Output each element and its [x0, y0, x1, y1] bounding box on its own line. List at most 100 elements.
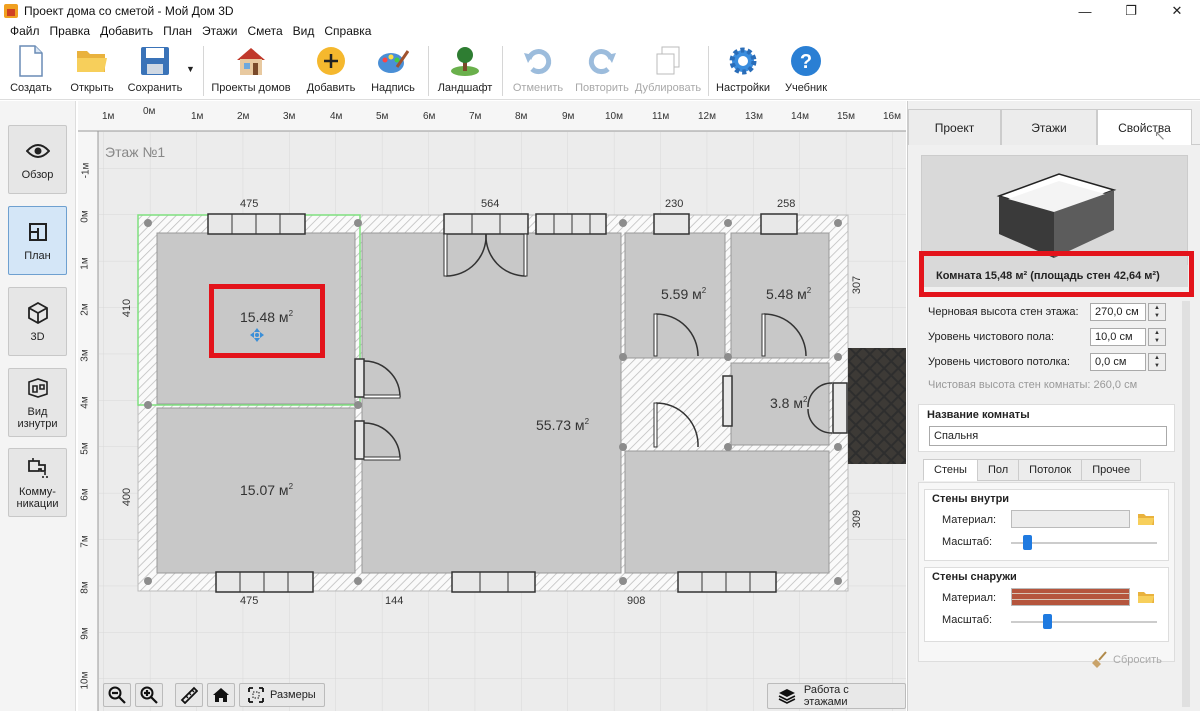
- plus-circle-icon: [314, 44, 348, 78]
- plan-button[interactable]: План: [8, 206, 67, 275]
- ruler-tick: 11м: [652, 111, 670, 122]
- folder-icon[interactable]: [1137, 590, 1155, 604]
- view-3d-button[interactable]: 3D: [8, 287, 67, 356]
- ruler-icon: [180, 686, 198, 704]
- menu-help[interactable]: Справка: [319, 24, 376, 38]
- tab-floor[interactable]: Пол: [976, 459, 1020, 481]
- ruler-tick: 8м: [515, 111, 528, 122]
- rough-height-spinner[interactable]: ▲ ▼: [1148, 303, 1166, 321]
- ruler-tick: 14м: [791, 111, 809, 122]
- duplicate-button[interactable]: Дублировать: [634, 44, 702, 98]
- ruler-tick: 1м: [191, 111, 204, 122]
- dimension-label: 307: [851, 275, 864, 295]
- ceiling-level-spinner[interactable]: ▲ ▼: [1148, 353, 1166, 371]
- ruler-tick: 10м: [605, 111, 623, 122]
- house-icon: [234, 44, 268, 78]
- room-area-label[interactable]: 3.8 м2: [770, 395, 807, 411]
- inside-scale-slider[interactable]: [1011, 542, 1157, 544]
- room-area-label[interactable]: 15.07 м2: [240, 482, 293, 498]
- ruler-tick: 13м: [745, 111, 763, 122]
- floors-work-button[interactable]: Работа с этажами: [767, 683, 906, 709]
- home-view-button[interactable]: [207, 683, 235, 707]
- redo-button[interactable]: Повторить: [572, 44, 632, 98]
- menu-floors[interactable]: Этажи: [197, 24, 242, 38]
- add-button[interactable]: Добавить: [305, 44, 357, 98]
- menu-plan[interactable]: План: [158, 24, 197, 38]
- room-name-input[interactable]: Спальня: [929, 426, 1167, 446]
- utilities-button[interactable]: Комму-никации: [8, 448, 67, 517]
- maximize-button[interactable]: ❐: [1108, 0, 1154, 22]
- overview-button[interactable]: Обзор: [8, 125, 67, 194]
- walls-inside-group: Стены внутри Материал: Масштаб:: [924, 489, 1169, 561]
- ruler-tick: 2м: [237, 111, 250, 122]
- outside-scale-slider-thumb[interactable]: [1043, 614, 1052, 629]
- menu-bar: Файл Правка Добавить План Этажи Смета Ви…: [0, 22, 1200, 40]
- inside-material-swatch[interactable]: [1011, 510, 1130, 528]
- panel-scrollbar[interactable]: [1182, 301, 1190, 707]
- menu-edit[interactable]: Правка: [45, 24, 96, 38]
- floor-label: Этаж №1: [105, 144, 166, 160]
- ceiling-level-input[interactable]: 0,0 см: [1090, 353, 1146, 371]
- tab-other[interactable]: Прочее: [1081, 459, 1142, 481]
- floor-level-row: Уровень чистового пола: 10,0 см ▲ ▼: [928, 328, 1166, 346]
- outside-scale-slider[interactable]: [1011, 621, 1157, 623]
- room-area-label[interactable]: 5.59 м2: [661, 286, 706, 302]
- ruler-tick: 7м: [469, 111, 482, 122]
- ruler-tick: 10м: [79, 671, 91, 690]
- save-dropdown-icon[interactable]: ▼: [186, 64, 195, 74]
- zoom-out-button[interactable]: [103, 683, 131, 707]
- house-projects-button[interactable]: Проекты домов: [210, 44, 292, 98]
- walls-outside-group: Стены снаружи Материал: Масштаб:: [924, 567, 1169, 642]
- close-button[interactable]: ✕: [1154, 0, 1200, 22]
- create-button[interactable]: Создать: [8, 44, 54, 98]
- landscape-button[interactable]: Ландшафт: [436, 44, 494, 98]
- ruler-tick: 5м: [79, 442, 91, 455]
- inside-scale-slider-thumb[interactable]: [1023, 535, 1032, 550]
- zoom-in-button[interactable]: [135, 683, 163, 707]
- tab-properties[interactable]: Свойства: [1097, 109, 1192, 145]
- room-interior-icon: [26, 376, 50, 400]
- floor-level-spinner[interactable]: ▲ ▼: [1148, 328, 1166, 346]
- duplicate-icon: [651, 44, 685, 78]
- tree-icon: [448, 44, 482, 78]
- settings-button[interactable]: Настройки: [714, 44, 772, 98]
- floppy-disk-icon: [138, 44, 172, 78]
- undo-button[interactable]: Отменить: [510, 44, 566, 98]
- ruler-tick: 6м: [79, 488, 91, 501]
- ruler-tick: 7м: [79, 535, 91, 548]
- broom-icon: [1092, 651, 1107, 668]
- label-button[interactable]: Надпись: [369, 44, 417, 98]
- canvas-tools: Размеры: [103, 683, 325, 707]
- floor-level-input[interactable]: 10,0 см: [1090, 328, 1146, 346]
- ruler-tick: 9м: [79, 627, 91, 640]
- menu-file[interactable]: Файл: [5, 24, 45, 38]
- zoom-out-icon: [108, 686, 126, 704]
- toolbar-separator: [708, 46, 709, 96]
- dimensions-button[interactable]: Размеры: [239, 683, 325, 707]
- inside-view-button[interactable]: Вид изнутри: [8, 368, 67, 437]
- outside-material-swatch[interactable]: [1011, 588, 1130, 606]
- room-highlight-annotation: [209, 284, 325, 358]
- room-area-label[interactable]: 55.73 м2: [536, 417, 589, 433]
- menu-view[interactable]: Вид: [288, 24, 320, 38]
- menu-add[interactable]: Добавить: [95, 24, 158, 38]
- tutorial-button[interactable]: ? Учебник: [781, 44, 831, 98]
- save-button[interactable]: Сохранить: [126, 44, 184, 98]
- open-button[interactable]: Открыть: [68, 44, 116, 98]
- measure-button[interactable]: [175, 683, 203, 707]
- tab-floors[interactable]: Этажи: [1001, 109, 1097, 145]
- room-area-label[interactable]: 5.48 м2: [766, 286, 811, 302]
- reset-button[interactable]: Сбросить: [1091, 651, 1162, 669]
- svg-text:?: ?: [800, 51, 812, 73]
- tab-walls[interactable]: Стены: [923, 459, 978, 481]
- menu-estimate[interactable]: Смета: [242, 24, 287, 38]
- rough-height-input[interactable]: 270,0 см: [1090, 303, 1146, 321]
- folder-icon[interactable]: [1137, 512, 1155, 526]
- tab-project[interactable]: Проект: [908, 109, 1001, 145]
- tab-ceiling[interactable]: Потолок: [1018, 459, 1083, 481]
- minimize-button[interactable]: —: [1062, 0, 1108, 22]
- dimensions-icon: [248, 687, 264, 703]
- plan-canvas[interactable]: 1м 0м 1м 2м 3м 4м 5м 6м 7м 8м 9м 10м 11м…: [78, 101, 906, 711]
- dimension-label: 475: [240, 595, 259, 607]
- new-document-icon: [14, 44, 48, 78]
